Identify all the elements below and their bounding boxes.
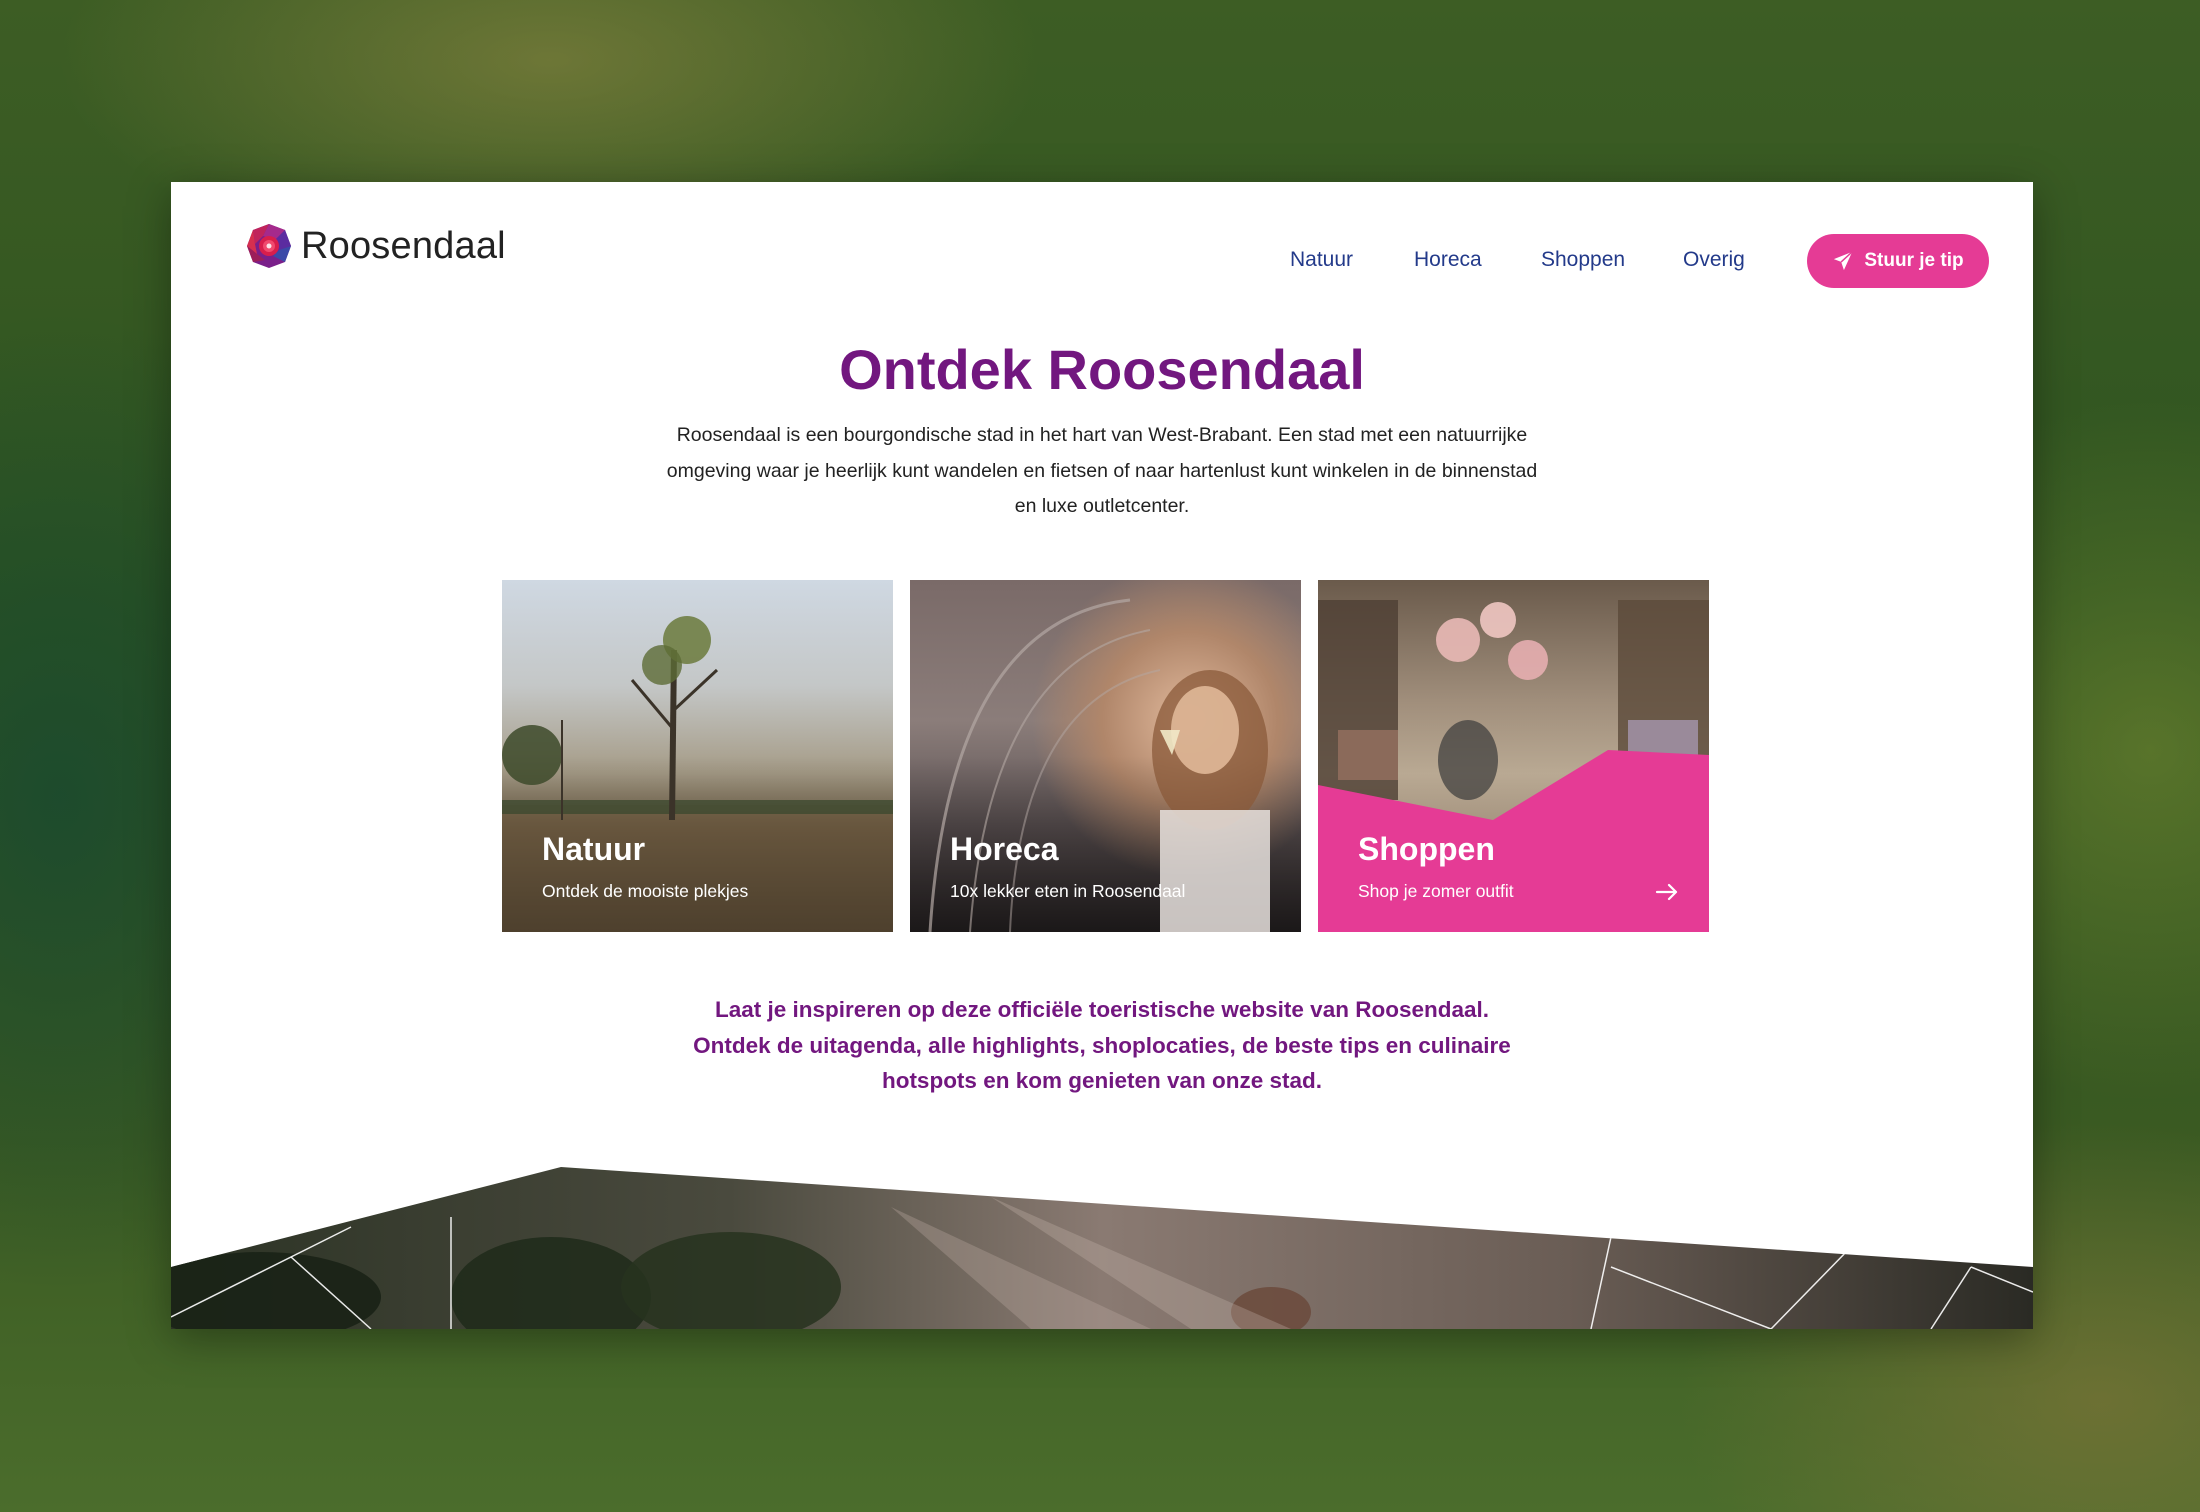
card-natuur[interactable]: Natuur Ontdek de mooiste plekjes [502, 580, 893, 932]
horeca-photo [928, 598, 1270, 932]
card-title: Natuur [542, 831, 646, 867]
nav-item-horeca[interactable]: Horeca [1414, 248, 1482, 272]
site-logo[interactable]: Roosendaal [245, 222, 506, 270]
card-shoppen[interactable]: Shoppen Shop je zomer outfit [1318, 580, 1709, 932]
nature-photo [502, 616, 893, 932]
tagline-text: Laat je inspireren op deze officiële toe… [693, 997, 1511, 1093]
card-title: Shoppen [1358, 831, 1495, 867]
send-icon [1834, 251, 1854, 271]
hero-photo [171, 1167, 2033, 1329]
card-horeca[interactable]: Horeca 10x lekker eten in Roosendaal [910, 580, 1301, 932]
card-subtitle: Shop je zomer outfit [1358, 881, 1514, 901]
nav-item-shoppen[interactable]: Shoppen [1541, 248, 1625, 272]
card-title: Horeca [950, 831, 1059, 867]
intro-text: Roosendaal is een bourgondische stad in … [666, 424, 1538, 517]
arrow-right-icon[interactable] [1655, 882, 1679, 902]
page-title: Ontdek Roosendaal [839, 338, 1365, 401]
brand-name: Roosendaal [301, 224, 506, 267]
card-subtitle: 10x lekker eten in Roosendaal [950, 881, 1186, 901]
send-tip-label: Stuur je tip [1864, 250, 1964, 271]
nav-item-overig[interactable]: Overig [1683, 248, 1745, 272]
nav-item-natuur[interactable]: Natuur [1290, 248, 1353, 272]
browser-page: Roosendaal Natuur Horeca Shoppen Overig … [171, 182, 2033, 1329]
rose-logo-icon [247, 224, 291, 268]
card-subtitle: Ontdek de mooiste plekjes [542, 881, 749, 901]
shop-photo [1318, 600, 1709, 932]
send-tip-button[interactable]: Stuur je tip [1807, 234, 1989, 288]
